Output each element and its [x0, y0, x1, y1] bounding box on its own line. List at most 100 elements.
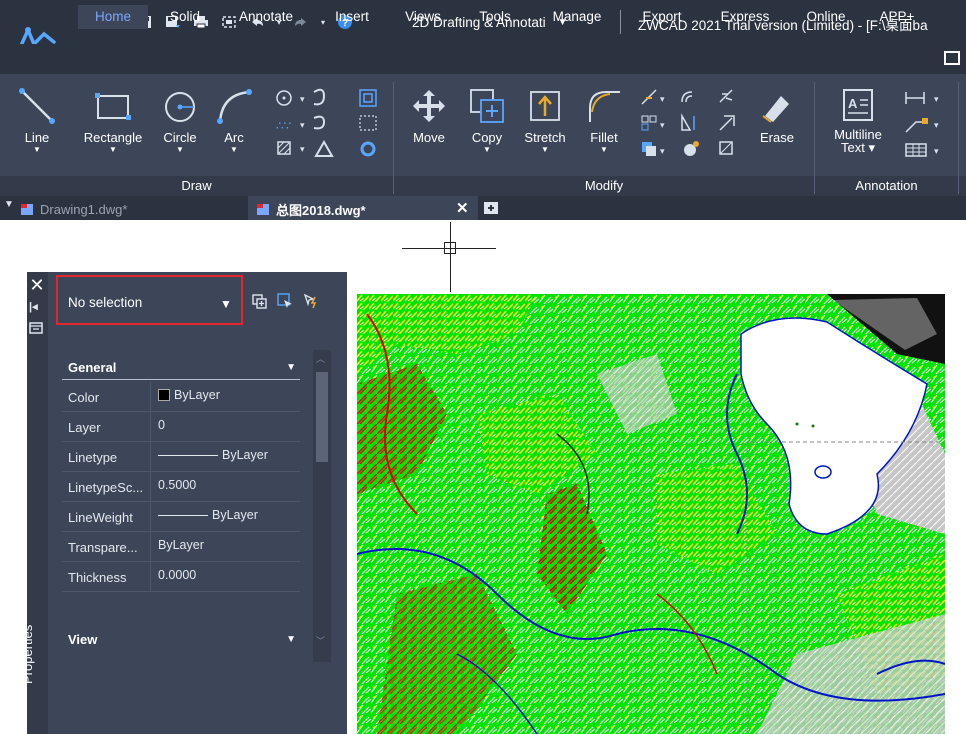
- property-key: Layer: [68, 420, 101, 435]
- svg-text:▾: ▾: [934, 94, 939, 104]
- svg-text:▾: ▾: [934, 120, 939, 130]
- chevron-down-icon: ▼: [286, 634, 296, 645]
- restore-window-icon[interactable]: [944, 51, 960, 65]
- toggle-pickadd-icon[interactable]: [250, 292, 268, 310]
- section-view[interactable]: View ▼: [62, 628, 300, 652]
- spline-icon[interactable]: [313, 88, 326, 106]
- tab-solid[interactable]: Solid: [160, 5, 210, 29]
- trim-icon[interactable]: [641, 89, 657, 105]
- tab-manage[interactable]: Manage: [542, 5, 612, 29]
- close-icon[interactable]: ✕: [28, 276, 46, 294]
- move-label: Move: [413, 130, 445, 145]
- topographic-map-drawing[interactable]: [357, 294, 945, 734]
- svg-text:▾: ▾: [660, 146, 665, 156]
- join-icon[interactable]: [684, 141, 699, 156]
- property-value: 0.5000: [158, 478, 197, 492]
- boundary-icon[interactable]: [314, 139, 334, 157]
- property-value: ByLayer: [158, 508, 258, 522]
- copy-icon: [470, 89, 504, 123]
- tab-annotate[interactable]: Annotate: [228, 5, 304, 29]
- region-icon[interactable]: [359, 89, 377, 107]
- copy-button[interactable]: Copy ▼: [464, 86, 510, 154]
- explode-icon[interactable]: [719, 89, 733, 103]
- fillet-button[interactable]: Fillet ▼: [580, 86, 628, 154]
- palette-vertical-title: Properties: [20, 624, 35, 684]
- tab-tools[interactable]: Tools: [470, 5, 520, 29]
- move-button[interactable]: Move: [404, 86, 454, 145]
- multiline-text-button[interactable]: A Multiline Text ▾: [824, 86, 892, 154]
- tab-views[interactable]: Views: [398, 5, 448, 29]
- property-key: LinetypeSc...: [68, 480, 144, 495]
- palette-menu-icon[interactable]: [29, 322, 43, 337]
- row-separator: [150, 442, 151, 472]
- quick-select-icon[interactable]: [302, 292, 320, 310]
- new-tab-icon[interactable]: [482, 200, 500, 216]
- mirror-icon[interactable]: [681, 113, 695, 131]
- arc-label: Arc: [224, 130, 244, 145]
- property-row-lineweight[interactable]: LineWeight ByLayer: [62, 502, 300, 532]
- copy-label: Copy: [471, 130, 503, 145]
- array-icon[interactable]: [641, 115, 657, 131]
- modify-group-label: Modify: [584, 178, 624, 193]
- arc-button[interactable]: Arc ▼: [212, 86, 256, 154]
- move-icon: [413, 90, 445, 122]
- doctab-zongtu2018[interactable]: 总图2018.dwg*: [256, 199, 366, 219]
- tab-home[interactable]: Home: [78, 5, 148, 29]
- hatch-icon[interactable]: [277, 141, 291, 155]
- tab-express[interactable]: Express: [712, 5, 778, 29]
- multipoint-icon[interactable]: ∴∵: [276, 119, 291, 133]
- layer-isolate-icon[interactable]: [642, 142, 656, 156]
- donut-icon[interactable]: [360, 141, 376, 157]
- wipeout-icon[interactable]: [359, 115, 377, 131]
- break-icon[interactable]: [719, 141, 733, 155]
- rectangle-button[interactable]: Rectangle ▼: [76, 86, 150, 154]
- tab-online[interactable]: Online: [798, 5, 854, 29]
- stretch-button[interactable]: Stretch ▼: [518, 86, 572, 154]
- scale-icon[interactable]: [719, 115, 735, 131]
- property-row-color[interactable]: Color ByLayer: [62, 382, 300, 412]
- section-general[interactable]: General ▼: [62, 356, 300, 380]
- dwg-file-icon: [257, 204, 269, 215]
- erase-label: Erase: [760, 130, 794, 145]
- doctab-drawing1[interactable]: Drawing1.dwg*: [20, 199, 127, 219]
- tab-export[interactable]: Export: [632, 5, 692, 29]
- property-row-linetype[interactable]: Linetype ByLayer: [62, 442, 300, 472]
- table-icon[interactable]: [905, 143, 927, 157]
- close-icon[interactable]: ✕: [456, 199, 469, 217]
- property-row-transparency[interactable]: Transpare... ByLayer: [62, 532, 300, 562]
- property-row-thickness[interactable]: Thickness 0.0000: [62, 562, 300, 592]
- fillet-icon: [589, 91, 620, 122]
- tab-app-plus[interactable]: APP+: [872, 5, 922, 29]
- leader-icon[interactable]: [905, 118, 928, 133]
- offset-icon[interactable]: [681, 91, 693, 103]
- select-objects-icon[interactable]: [276, 292, 294, 310]
- svg-text:▾: ▾: [660, 120, 665, 130]
- revcloud-icon[interactable]: [313, 115, 326, 130]
- auto-hide-icon[interactable]: |◂: [29, 300, 38, 313]
- property-row-linetype-scale[interactable]: LinetypeSc... 0.5000: [62, 472, 300, 502]
- circle-icon: [165, 92, 195, 122]
- erase-button[interactable]: Erase: [752, 86, 802, 145]
- scrollbar-thumb[interactable]: [316, 372, 328, 462]
- annotation-group-label: Annotation: [855, 178, 918, 193]
- tab-list-dropdown-icon[interactable]: ▼: [4, 199, 14, 210]
- selection-dropdown-value: No selection: [68, 295, 143, 310]
- property-value: 0.0000: [158, 568, 197, 582]
- row-separator: [150, 382, 151, 412]
- doctab-label: 总图2018.dwg*: [276, 202, 366, 218]
- circle-button[interactable]: Circle ▼: [158, 86, 202, 154]
- property-row-layer[interactable]: Layer 0: [62, 412, 300, 442]
- chevron-down-icon: ▼: [220, 297, 232, 311]
- scroll-up-icon[interactable]: ︿: [316, 352, 325, 365]
- linear-dimension-icon[interactable]: [905, 92, 925, 104]
- point-icon[interactable]: [276, 90, 292, 106]
- lineweight-value: ByLayer: [212, 508, 258, 522]
- scroll-down-icon[interactable]: ﹀: [316, 634, 325, 647]
- svg-text:▾: ▾: [300, 144, 305, 154]
- line-button[interactable]: Line ▼: [14, 86, 60, 154]
- tab-insert[interactable]: Insert: [324, 5, 380, 29]
- lineweight-preview: [158, 514, 208, 516]
- chevron-down-icon: ▼: [33, 145, 41, 154]
- svg-text:▾: ▾: [300, 94, 305, 104]
- property-key: Color: [68, 390, 100, 405]
